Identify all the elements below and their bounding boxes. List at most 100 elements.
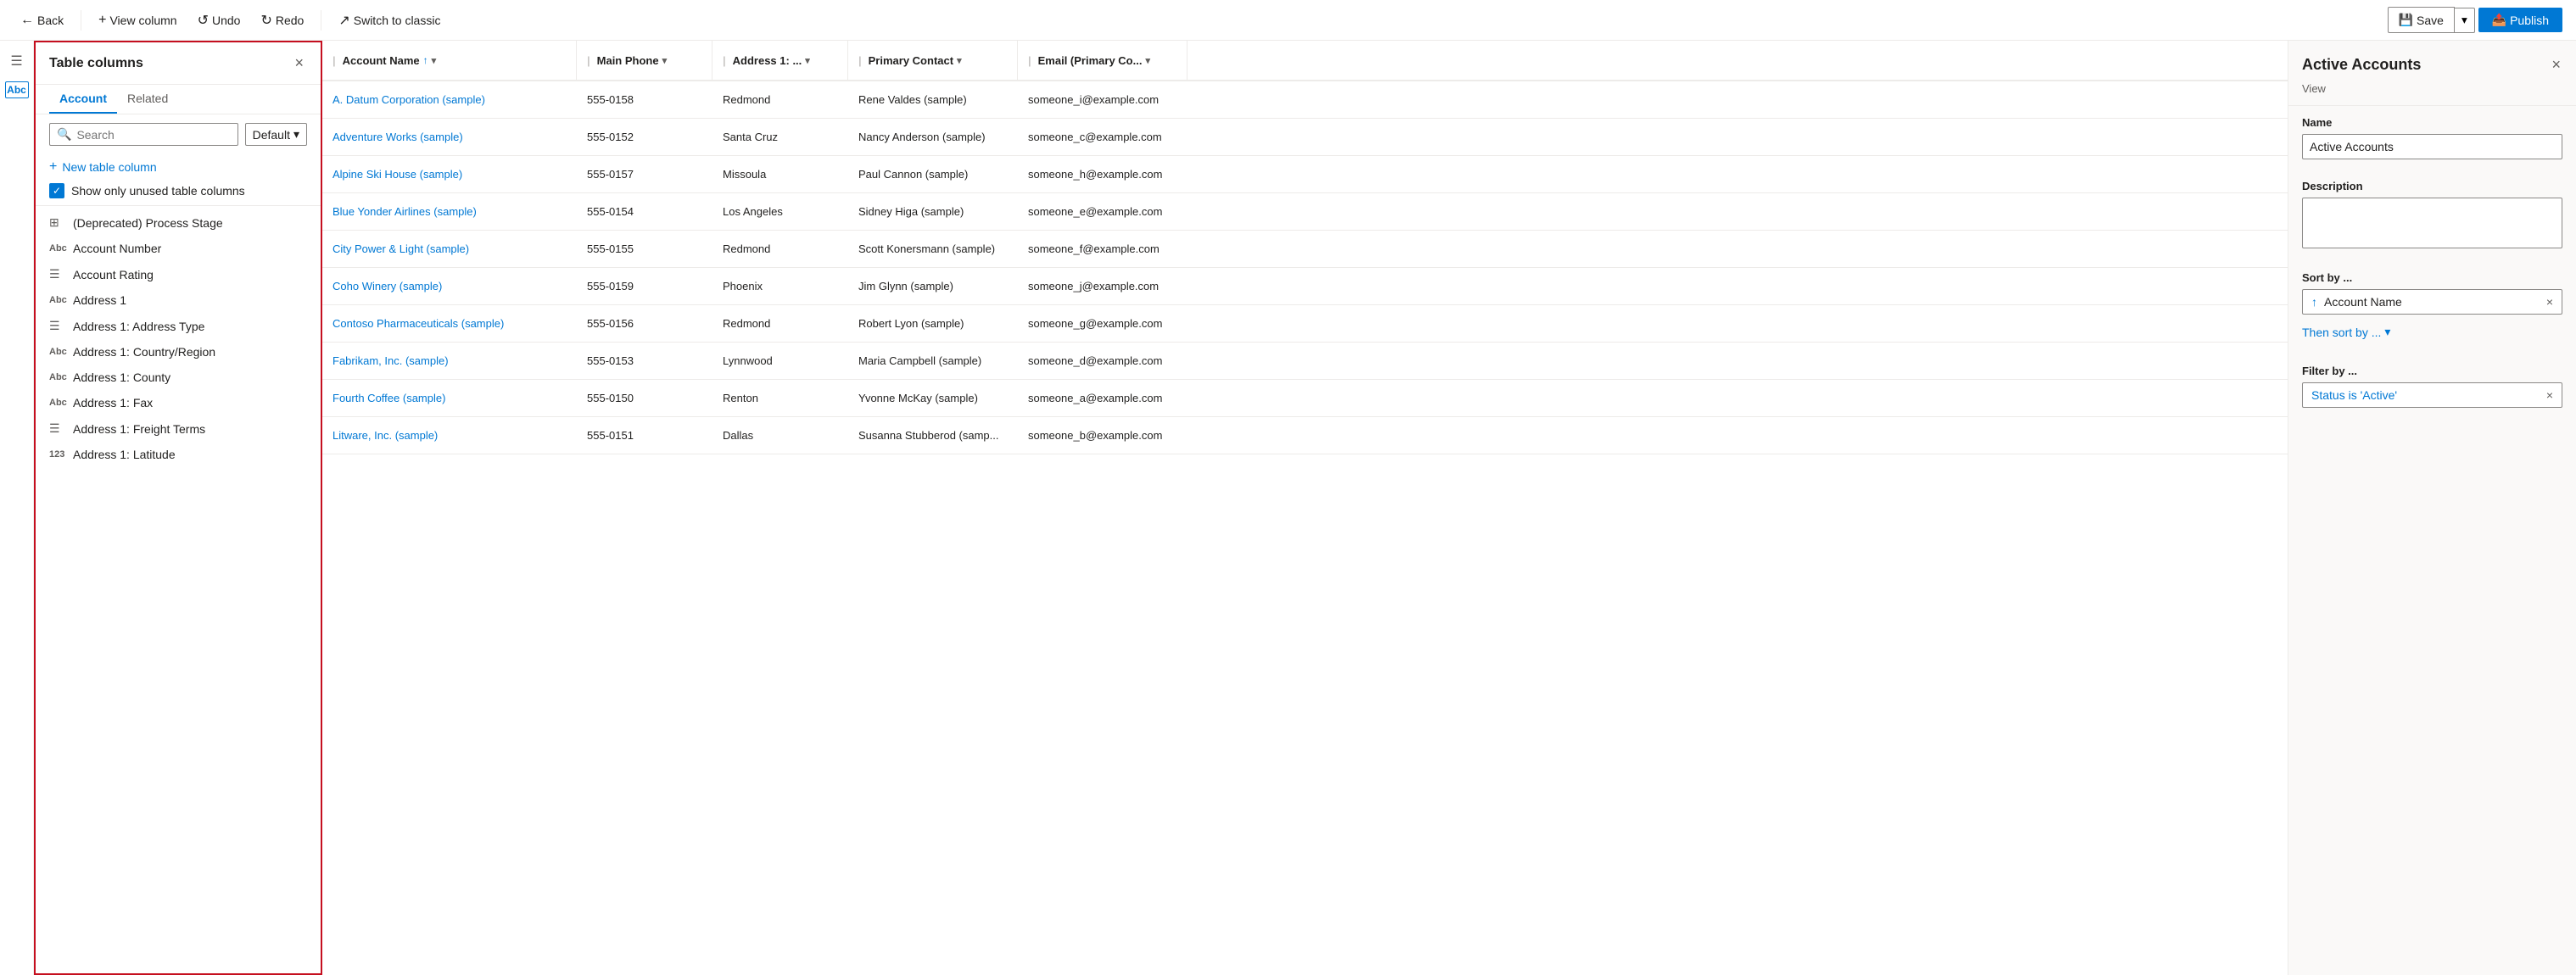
menu-icon[interactable]: ☰ xyxy=(3,47,31,75)
cell-email: someone_c@example.com xyxy=(1018,131,1187,143)
cell-account: Adventure Works (sample) xyxy=(322,131,577,143)
col-primary-contact-label: Primary Contact xyxy=(869,54,953,67)
menu-icon: ☰ xyxy=(49,421,66,436)
column-item-label: (Deprecated) Process Stage xyxy=(73,216,223,230)
filter-chip-remove-button[interactable]: × xyxy=(2546,388,2553,402)
sort-chip-remove-button[interactable]: × xyxy=(2546,295,2553,309)
show-unused-label[interactable]: Show only unused table columns xyxy=(71,184,245,198)
redo-button[interactable]: ↻ Redo xyxy=(254,8,310,32)
show-unused-checkbox[interactable]: ✓ xyxy=(49,183,64,198)
default-dropdown[interactable]: Default ▾ xyxy=(245,123,307,146)
panel-close-button[interactable]: × xyxy=(291,53,307,74)
account-link[interactable]: Coho Winery (sample) xyxy=(332,280,442,292)
col-email-label: Email (Primary Co... xyxy=(1038,54,1143,67)
cell-contact: Jim Glynn (sample) xyxy=(848,280,1018,292)
abc-icon[interactable]: Abc xyxy=(5,81,29,98)
cell-account: City Power & Light (sample) xyxy=(322,242,577,255)
list-item[interactable]: ⊞ (Deprecated) Process Stage xyxy=(36,209,321,236)
back-button[interactable]: ← Back xyxy=(14,9,70,31)
save-button[interactable]: 💾 Save xyxy=(2388,7,2455,33)
chevron-down-icon: ▾ xyxy=(432,55,437,66)
list-item[interactable]: ☰ Address 1: Freight Terms xyxy=(36,415,321,442)
list-item[interactable]: Abc Address 1 xyxy=(36,287,321,313)
back-icon: ← xyxy=(20,13,34,28)
account-link[interactable]: Litware, Inc. (sample) xyxy=(332,429,438,442)
add-column-icon: + xyxy=(98,13,106,28)
right-panel: Active Accounts × View Name Description … xyxy=(2288,41,2576,975)
undo-button[interactable]: ↺ Undo xyxy=(191,8,248,32)
table-row: Fabrikam, Inc. (sample) 555-0153 Lynnwoo… xyxy=(322,343,2288,380)
list-item[interactable]: Abc Address 1: Fax xyxy=(36,390,321,415)
list-item[interactable]: Abc Address 1: Country/Region xyxy=(36,339,321,365)
cell-address: Missoula xyxy=(712,168,848,181)
col-header-address[interactable]: | Address 1: ... ▾ xyxy=(712,41,848,80)
name-input[interactable] xyxy=(2302,134,2562,159)
panel-search-row: 🔍 Default ▾ xyxy=(36,114,321,154)
publish-button[interactable]: 📤 Publish xyxy=(2478,8,2562,32)
cell-account: Litware, Inc. (sample) xyxy=(322,429,577,442)
column-item-label: Address 1: County xyxy=(73,370,170,384)
cell-address: Redmond xyxy=(712,93,848,106)
then-sort-label: Then sort by ... xyxy=(2302,326,2381,339)
switch-classic-button[interactable]: ↗ Switch to classic xyxy=(332,8,447,32)
list-item[interactable]: 123 Address 1: Latitude xyxy=(36,442,321,467)
col-header-account-name[interactable]: | Account Name ↑ ▾ xyxy=(322,41,577,80)
chevron-down-icon: ▾ xyxy=(2384,325,2390,339)
col-sep-icon: | xyxy=(858,54,862,67)
col-header-primary-contact[interactable]: | Primary Contact ▾ xyxy=(848,41,1018,80)
cell-phone: 555-0152 xyxy=(577,131,712,143)
undo-label: Undo xyxy=(212,14,240,27)
account-link[interactable]: Blue Yonder Airlines (sample) xyxy=(332,205,477,218)
switch-classic-label: Switch to classic xyxy=(354,14,441,27)
save-dropdown-button[interactable]: ▾ xyxy=(2455,8,2475,33)
col-header-email[interactable]: | Email (Primary Co... ▾ xyxy=(1018,41,1187,80)
search-icon: 🔍 xyxy=(57,127,71,142)
right-panel-close-button[interactable]: × xyxy=(2550,54,2562,75)
account-link[interactable]: Contoso Pharmaceuticals (sample) xyxy=(332,317,504,330)
cell-email: someone_d@example.com xyxy=(1018,354,1187,367)
account-link[interactable]: City Power & Light (sample) xyxy=(332,242,469,255)
table-row: Litware, Inc. (sample) 555-0151 Dallas S… xyxy=(322,417,2288,454)
account-link[interactable]: Adventure Works (sample) xyxy=(332,131,463,143)
list-item[interactable]: ☰ Address 1: Address Type xyxy=(36,313,321,339)
cell-address: Phoenix xyxy=(712,280,848,292)
description-textarea[interactable] xyxy=(2302,198,2562,248)
filter-chip-text[interactable]: Status is 'Active' xyxy=(2311,388,2540,402)
list-item[interactable]: Abc Address 1: County xyxy=(36,365,321,390)
right-panel-title: Active Accounts xyxy=(2302,56,2421,74)
list-item[interactable]: Abc Account Number xyxy=(36,236,321,261)
cell-phone: 555-0157 xyxy=(577,168,712,181)
right-panel-subtitle: View xyxy=(2288,82,2576,106)
cell-phone: 555-0156 xyxy=(577,317,712,330)
cell-account: Alpine Ski House (sample) xyxy=(322,168,577,181)
panel-tabs: Account Related xyxy=(36,85,321,114)
col-header-main-phone[interactable]: | Main Phone ▾ xyxy=(577,41,712,80)
account-link[interactable]: Alpine Ski House (sample) xyxy=(332,168,462,181)
cell-contact: Yvonne McKay (sample) xyxy=(848,392,1018,404)
list-item[interactable]: ☰ Account Rating xyxy=(36,261,321,287)
cell-phone: 555-0153 xyxy=(577,354,712,367)
search-input[interactable] xyxy=(76,128,230,142)
abc-icon: Abc xyxy=(49,398,66,408)
table-row: Alpine Ski House (sample) 555-0157 Misso… xyxy=(322,156,2288,193)
grid-body: A. Datum Corporation (sample) 555-0158 R… xyxy=(322,81,2288,975)
column-item-label: Address 1: Fax xyxy=(73,396,153,410)
column-item-label: Account Number xyxy=(73,242,161,255)
account-link[interactable]: Fabrikam, Inc. (sample) xyxy=(332,354,449,367)
view-column-button[interactable]: + View column xyxy=(92,9,183,31)
search-box: 🔍 xyxy=(49,123,238,146)
default-label: Default xyxy=(253,128,290,142)
account-link[interactable]: A. Datum Corporation (sample) xyxy=(332,93,485,106)
new-column-button[interactable]: + New table column xyxy=(36,154,321,180)
then-sort-button[interactable]: Then sort by ... ▾ xyxy=(2302,320,2390,344)
tab-related[interactable]: Related xyxy=(117,85,178,114)
col-sep-icon: | xyxy=(332,54,336,67)
cell-account: Contoso Pharmaceuticals (sample) xyxy=(322,317,577,330)
tab-account[interactable]: Account xyxy=(49,85,117,114)
cell-phone: 555-0154 xyxy=(577,205,712,218)
col-sep-icon: | xyxy=(1028,54,1031,67)
cell-address: Redmond xyxy=(712,242,848,255)
description-section: Description xyxy=(2288,170,2576,261)
column-item-label: Address 1: Latitude xyxy=(73,448,176,461)
account-link[interactable]: Fourth Coffee (sample) xyxy=(332,392,445,404)
